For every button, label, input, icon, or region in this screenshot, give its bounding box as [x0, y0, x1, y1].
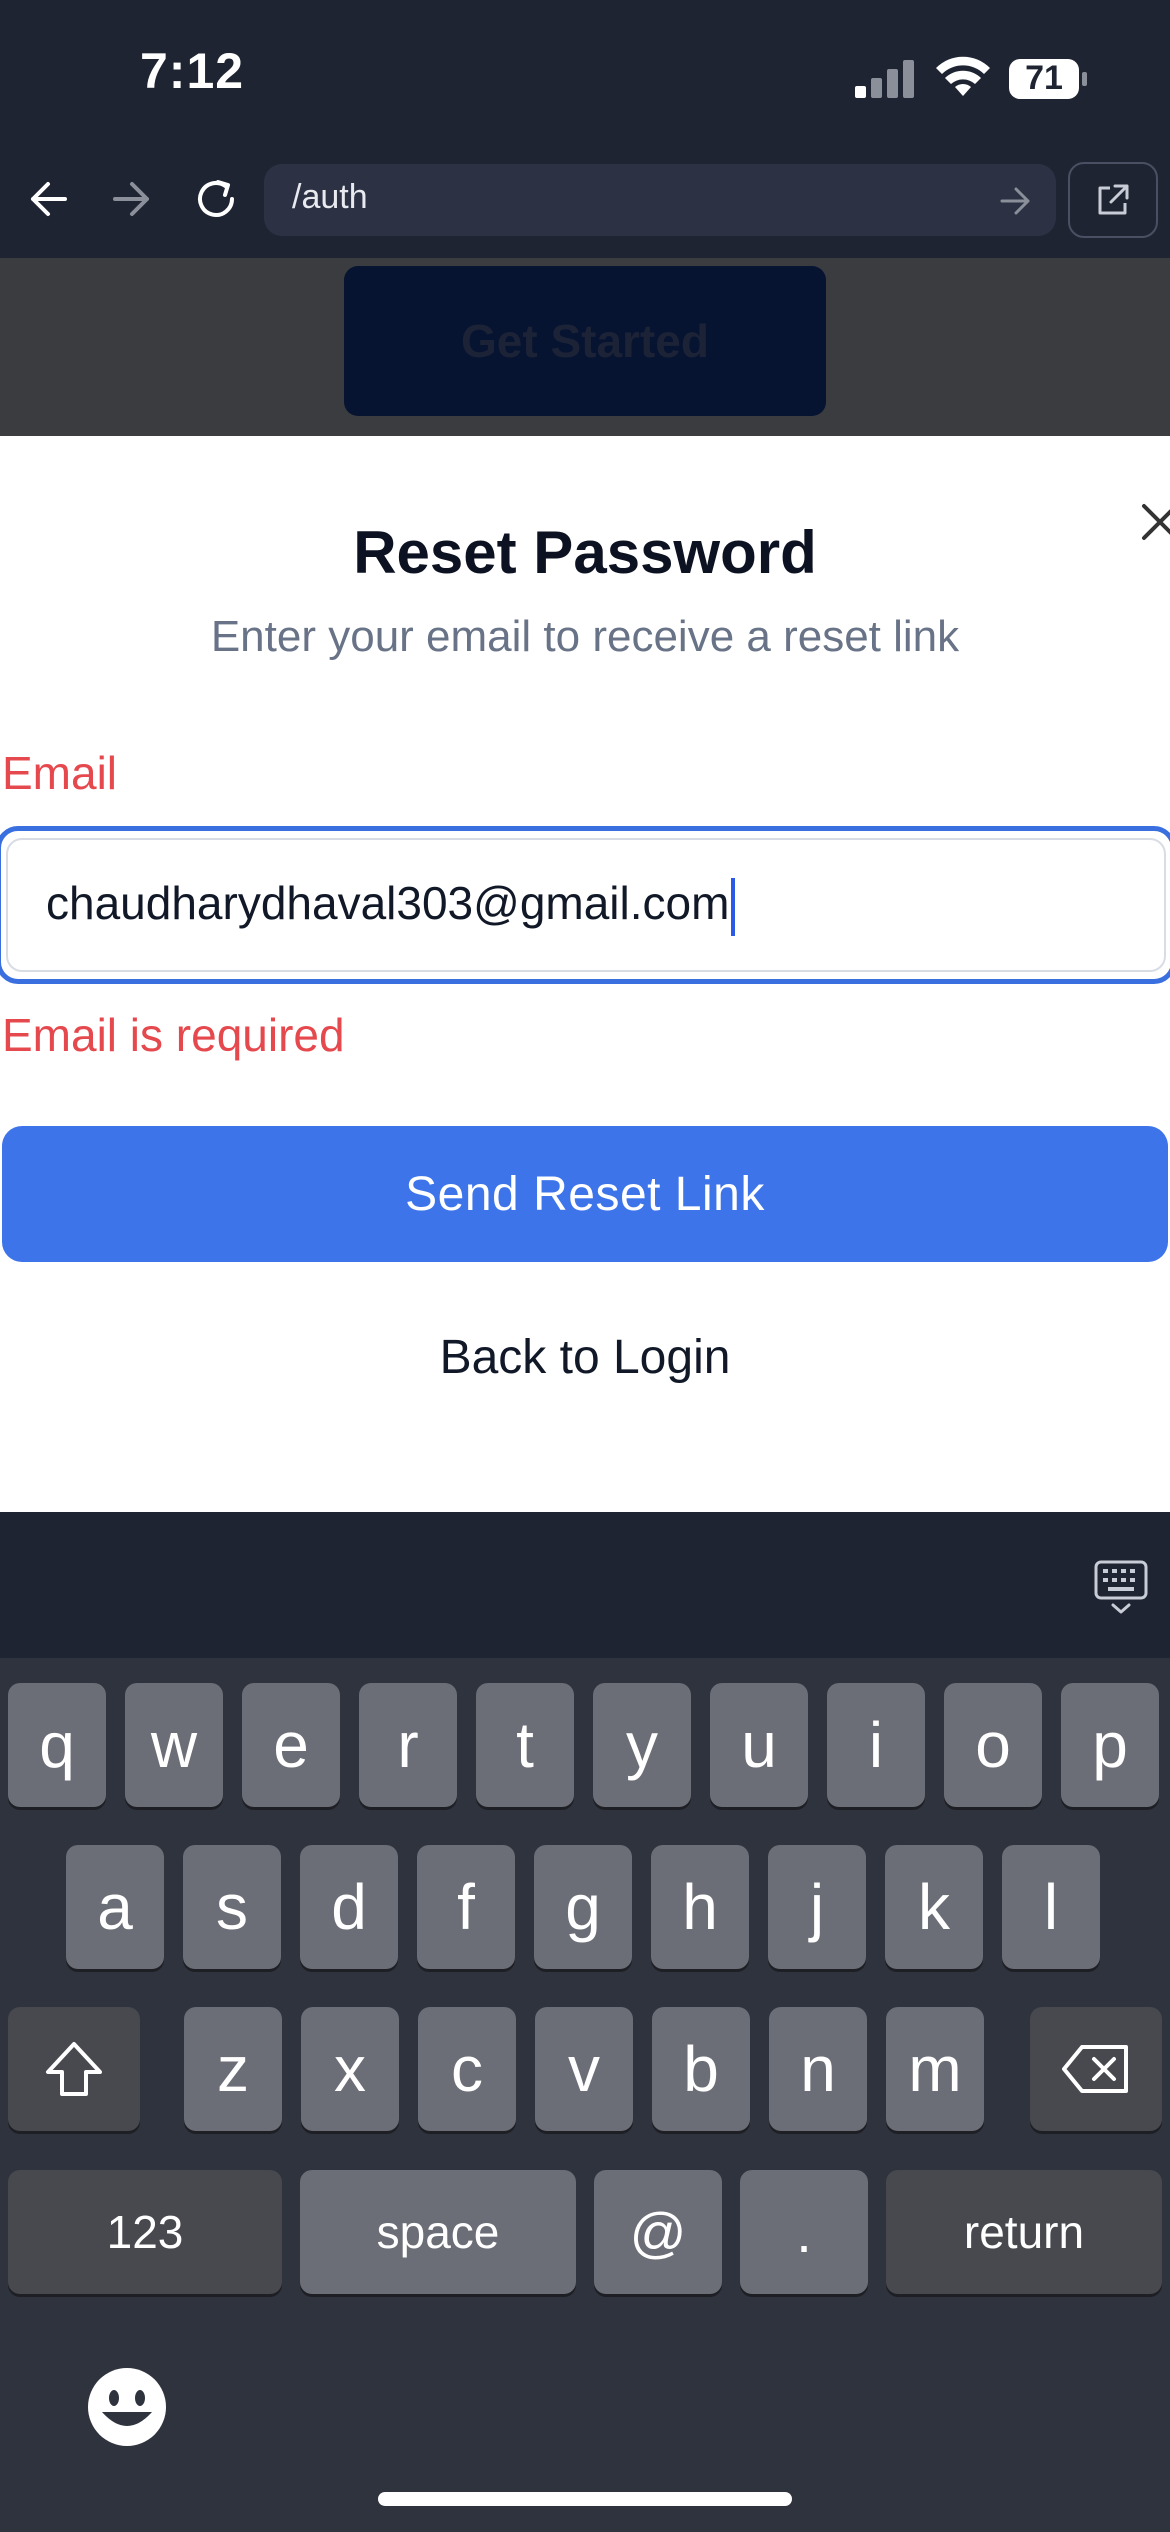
url-bar[interactable] — [264, 164, 1056, 236]
battery-icon: 71 — [1008, 58, 1088, 100]
key-a[interactable]: a — [66, 1845, 164, 1969]
delete-key[interactable] — [1030, 2007, 1162, 2131]
email-error-message: Email is required — [2, 1009, 345, 1061]
key-n[interactable]: n — [769, 2007, 867, 2131]
key-c[interactable]: c — [418, 2007, 516, 2131]
modal-title: Reset Password — [353, 519, 817, 586]
shift-icon — [46, 2042, 102, 2096]
key-b[interactable]: b — [652, 2007, 750, 2131]
key-j[interactable]: j — [768, 1845, 866, 1969]
backspace-icon — [1062, 2045, 1128, 2093]
email-label: Email — [2, 747, 118, 799]
key-u[interactable]: u — [710, 1683, 808, 1807]
keyboard-toolbar — [0, 1512, 1170, 1658]
key-q[interactable]: q — [8, 1683, 106, 1807]
period-key[interactable]: . — [740, 2170, 868, 2294]
key-i[interactable]: i — [827, 1683, 925, 1807]
modal-subtitle: Enter your email to receive a reset link — [210, 612, 960, 661]
key-l[interactable]: l — [1002, 1845, 1100, 1969]
key-p[interactable]: p — [1061, 1683, 1159, 1807]
key-e[interactable]: e — [242, 1683, 340, 1807]
battery-level: 71 — [1025, 59, 1063, 97]
at-key[interactable]: @ — [594, 2170, 722, 2294]
back-to-login-link[interactable]: Back to Login — [0, 1330, 1170, 1385]
key-x[interactable]: x — [301, 2007, 399, 2131]
shift-key[interactable] — [8, 2007, 140, 2131]
numbers-key[interactable]: 123 — [8, 2170, 282, 2294]
key-r[interactable]: r — [359, 1683, 457, 1807]
key-f[interactable]: f — [417, 1845, 515, 1969]
wifi-icon — [936, 56, 990, 96]
key-y[interactable]: y — [593, 1683, 691, 1807]
key-m[interactable]: m — [886, 2007, 984, 2131]
forward-arrow-icon[interactable] — [102, 169, 162, 229]
email-field-value[interactable]: chaudharydhaval303@gmail.com — [46, 876, 736, 936]
status-time: 7:12 — [140, 43, 245, 99]
external-link-icon — [1098, 184, 1129, 215]
back-arrow-icon[interactable] — [18, 169, 78, 229]
email-text: chaudharydhaval303@gmail.com — [46, 877, 730, 929]
get-started-button: Get Started — [344, 266, 826, 416]
emoji-icon[interactable] — [86, 2366, 168, 2448]
text-caret — [731, 877, 736, 936]
go-arrow-icon[interactable] — [994, 180, 1036, 222]
key-d[interactable]: d — [300, 1845, 398, 1969]
key-t[interactable]: t — [476, 1683, 574, 1807]
key-s[interactable]: s — [183, 1845, 281, 1969]
key-h[interactable]: h — [651, 1845, 749, 1969]
home-indicator — [378, 2492, 792, 2506]
key-z[interactable]: z — [184, 2007, 282, 2131]
keyboard-dismiss-icon[interactable] — [1094, 1560, 1148, 1616]
return-key[interactable]: return — [886, 2170, 1162, 2294]
key-w[interactable]: w — [125, 1683, 223, 1807]
send-reset-link-button[interactable]: Send Reset Link — [2, 1126, 1168, 1262]
key-v[interactable]: v — [535, 2007, 633, 2131]
cellular-signal-icon — [855, 60, 914, 98]
key-k[interactable]: k — [885, 1845, 983, 1969]
url-text: /auth — [292, 178, 368, 216]
reload-icon[interactable] — [186, 169, 246, 229]
key-o[interactable]: o — [944, 1683, 1042, 1807]
open-external-button[interactable] — [1068, 162, 1158, 238]
key-g[interactable]: g — [534, 1845, 632, 1969]
space-key[interactable]: space — [300, 2170, 576, 2294]
